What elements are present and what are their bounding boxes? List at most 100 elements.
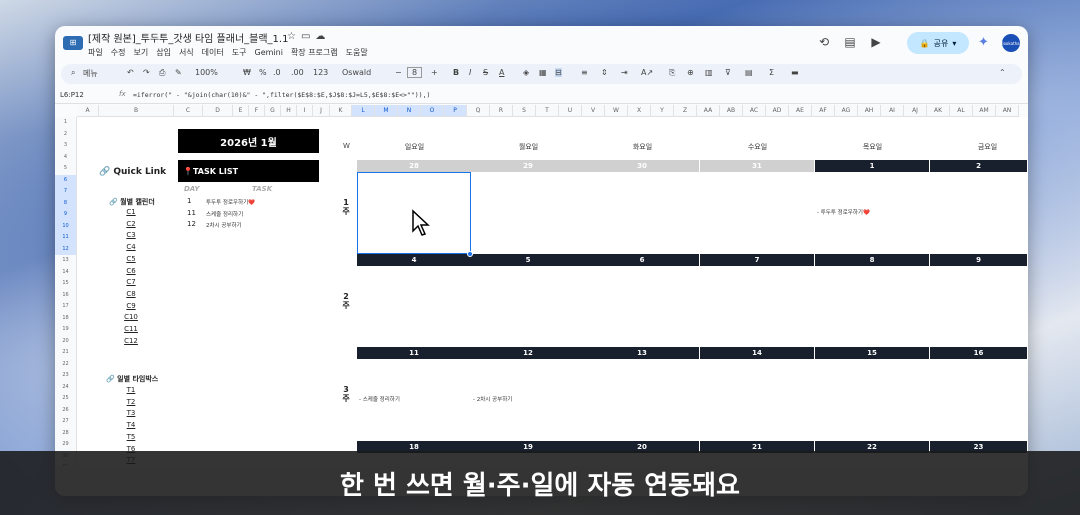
row-header[interactable]: 20 <box>55 335 77 347</box>
print-icon[interactable]: ⎙ <box>159 68 165 78</box>
star-icon[interactable]: ☆ <box>287 31 301 42</box>
row-header[interactable]: 21 <box>55 347 77 359</box>
column-header[interactable]: AA <box>697 105 720 117</box>
calendar-event[interactable]: - 투두투 정로우하기❤️ <box>817 208 870 216</box>
fill-color-icon[interactable]: ◈ <box>523 68 529 77</box>
menu-item[interactable]: Gemini <box>255 48 283 57</box>
align-icon[interactable]: ≡ <box>581 68 588 77</box>
decrease-decimals-button[interactable]: .0 <box>273 68 281 77</box>
avatar[interactable]: lookatha <box>1002 34 1020 52</box>
borders-icon[interactable]: ▦ <box>539 68 547 77</box>
row-header[interactable]: 11 <box>55 232 77 244</box>
date-cell[interactable]: 28 <box>357 160 472 172</box>
date-cell[interactable]: 30 <box>585 160 700 172</box>
menu-item[interactable]: 확장 프로그램 <box>291 48 338 57</box>
column-header[interactable]: AB <box>720 105 743 117</box>
row-header[interactable]: 16 <box>55 289 77 301</box>
meet-icon[interactable]: ▶ <box>863 35 889 49</box>
row-header[interactable]: 26 <box>55 404 77 416</box>
column-header[interactable]: J <box>313 105 330 117</box>
row-header[interactable]: 7 <box>55 186 77 198</box>
sheets-logo-icon[interactable]: ⊞ <box>63 36 83 50</box>
folder-icon[interactable]: ▭ <box>301 31 315 42</box>
month-link[interactable]: C6 <box>116 267 146 275</box>
column-header[interactable]: F <box>249 105 265 117</box>
column-header[interactable]: Q <box>467 105 490 117</box>
date-cell[interactable]: 6 <box>585 254 700 266</box>
column-header[interactable]: O <box>421 105 444 117</box>
text-color-icon[interactable]: A <box>499 68 504 77</box>
task-text[interactable]: 2차시 공부하기 <box>206 221 242 229</box>
menu-item[interactable]: 수정 <box>111 48 126 57</box>
timebox-link[interactable]: T4 <box>116 421 146 429</box>
row-header[interactable]: 2 <box>55 128 77 140</box>
decrease-font-icon[interactable]: − <box>395 68 402 77</box>
column-header[interactable]: V <box>582 105 605 117</box>
wrap-icon[interactable]: ⇥ <box>621 68 628 77</box>
column-header[interactable]: AL <box>950 105 973 117</box>
row-header[interactable]: 29 <box>55 439 77 451</box>
row-header[interactable]: 1 <box>55 117 77 129</box>
column-header[interactable]: AF <box>812 105 835 117</box>
increase-decimals-button[interactable]: .00 <box>291 68 304 77</box>
date-cell[interactable]: 31 <box>700 160 815 172</box>
date-cell[interactable]: 1 <box>815 160 930 172</box>
column-header[interactable]: AM <box>973 105 996 117</box>
row-header[interactable]: 22 <box>55 358 77 370</box>
task-text[interactable]: 투두투 정로우하기❤️ <box>206 198 255 206</box>
month-link[interactable]: C3 <box>116 231 146 239</box>
functions-icon[interactable]: Σ <box>769 68 774 77</box>
date-cell[interactable]: 29 <box>471 160 586 172</box>
row-header[interactable]: 4 <box>55 151 77 163</box>
filter-views-icon[interactable]: ▤ <box>745 68 753 77</box>
column-header[interactable]: B <box>99 105 174 117</box>
timebox-link[interactable]: T3 <box>116 409 146 417</box>
timebox-link[interactable]: T2 <box>116 398 146 406</box>
row-header[interactable]: 12 <box>55 243 77 255</box>
paint-format-icon[interactable]: ✎ <box>175 68 182 77</box>
row-header[interactable]: 10 <box>55 220 77 232</box>
comment-icon[interactable]: ▤ <box>837 35 863 49</box>
row-header[interactable]: 19 <box>55 324 77 336</box>
column-header[interactable]: AC <box>743 105 766 117</box>
column-header[interactable]: AH <box>858 105 881 117</box>
date-cell[interactable]: 4 <box>357 254 472 266</box>
share-button[interactable]: 🔒 공유 ▾ <box>907 32 969 54</box>
cell-reference[interactable]: L6:P12 <box>60 91 84 99</box>
merge-icon[interactable]: ⊟ <box>555 68 562 77</box>
insert-comment-icon[interactable]: ⊕ <box>687 68 694 77</box>
fill-handle[interactable] <box>467 251 473 257</box>
month-link[interactable]: C9 <box>116 302 146 310</box>
column-header[interactable]: Z <box>674 105 697 117</box>
menu-item[interactable]: 삽입 <box>156 48 171 57</box>
strikethrough-icon[interactable]: S <box>483 68 488 77</box>
date-cell[interactable]: 16 <box>930 347 1028 359</box>
column-header[interactable]: C <box>174 105 203 117</box>
calendar-event[interactable]: - 스케줄 정리하기 <box>359 395 400 403</box>
column-header[interactable]: A <box>77 105 99 117</box>
column-header[interactable]: U <box>559 105 582 117</box>
month-link[interactable]: C10 <box>116 313 146 321</box>
month-link[interactable]: C5 <box>116 255 146 263</box>
column-header[interactable]: AD <box>766 105 789 117</box>
column-header[interactable]: L <box>352 105 375 117</box>
bold-icon[interactable]: B <box>453 68 459 77</box>
column-header[interactable]: S <box>513 105 536 117</box>
document-title[interactable]: [제작 원본]_투두투_갓생 타임 플래너_블랙_1.1 <box>88 30 288 45</box>
increase-font-icon[interactable]: + <box>431 68 438 77</box>
font-select[interactable]: Oswald <box>342 68 371 77</box>
column-header[interactable]: T <box>536 105 559 117</box>
collapse-toolbar-icon[interactable]: ⌃ <box>999 68 1006 77</box>
menu-item[interactable]: 파일 <box>88 48 103 57</box>
row-header[interactable]: 17 <box>55 301 77 313</box>
date-cell[interactable]: 11 <box>357 347 472 359</box>
month-link[interactable]: C2 <box>116 220 146 228</box>
timebox-link[interactable]: T1 <box>116 386 146 394</box>
percent-button[interactable]: % <box>259 68 267 77</box>
column-header[interactable]: H <box>281 105 297 117</box>
history-icon[interactable]: ⟲ <box>811 35 837 49</box>
link-icon[interactable]: ⎘ <box>669 68 675 78</box>
column-header[interactable]: G <box>265 105 281 117</box>
more-formats-button[interactable]: 123 <box>313 68 328 77</box>
column-header[interactable]: W <box>605 105 628 117</box>
